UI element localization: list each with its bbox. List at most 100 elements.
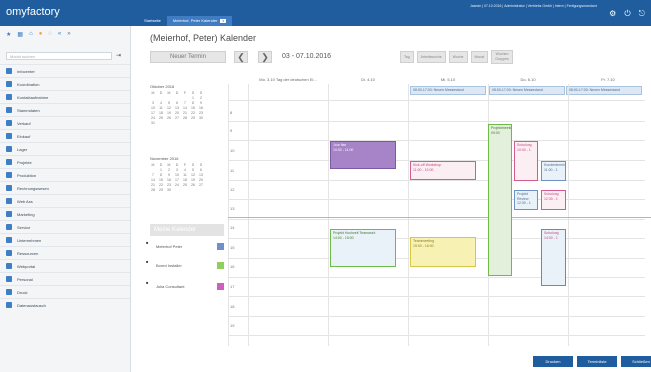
event-hochzeit[interactable]: Projekt Hochzeit Teamwork 14:00 - 15:00 <box>330 229 396 267</box>
prev-icon[interactable]: « <box>58 31 61 38</box>
sidebar-item-lager[interactable]: Lager <box>0 142 130 155</box>
allday-event[interactable]: 08:00-17:00: Neuen Messestand <box>489 86 565 95</box>
view-switcher: Tag Arbeitswoche Woche Monat Wochen Grupp… <box>400 50 513 64</box>
exit-icon[interactable]: ⎋ <box>639 10 645 18</box>
search-go-icon[interactable]: ⇥ <box>116 52 121 59</box>
sidebar-item-webportal[interactable]: Webportal <box>0 259 130 272</box>
sidebar-item-datenaustausch[interactable]: Datenaustausch <box>0 298 130 311</box>
day-header[interactable]: Do. 6.10 <box>488 76 568 84</box>
day-header[interactable]: Fr. 7.10 <box>568 76 648 84</box>
grid-line <box>228 277 645 278</box>
checkbox-icon[interactable]: ■ <box>146 240 148 245</box>
print-button[interactable]: Drucken <box>533 356 573 367</box>
grid-line <box>568 84 569 346</box>
sidebar-item-verkauf[interactable]: Verkauf <box>0 116 130 129</box>
circle-icon[interactable]: ◌ <box>48 31 52 38</box>
view-workweek-button[interactable]: Arbeitswoche <box>416 51 446 63</box>
power-icon[interactable]: ⏻ <box>624 10 630 18</box>
sidebar-item-personal[interactable]: Personal <box>0 272 130 285</box>
tab-calendar[interactable]: Meierhof, Peter Kalender x <box>166 16 233 26</box>
project-icon <box>6 159 12 165</box>
event-projektmeeting[interactable]: Projektmeeting09:00 <box>488 124 512 276</box>
sales-icon <box>6 120 12 126</box>
sidebar-item-projekte[interactable]: Projekte <box>0 155 130 168</box>
checkbox-icon[interactable]: ■ <box>146 259 148 264</box>
event-kickoff[interactable]: Kick-off Workshop 11:00 - 12:00 <box>410 161 476 180</box>
event-teammeeting[interactable]: Teammeeting 15:00 - 16:00 <box>410 237 476 267</box>
view-month-button[interactable]: Monat <box>470 51 489 63</box>
event-schulung[interactable]: Schulung 10:00 - 1 <box>514 141 538 181</box>
day-header[interactable]: Mo. 3.10 Tag der deutschen Ei... <box>248 76 328 84</box>
tab-close-icon[interactable]: x <box>220 19 227 23</box>
day-header[interactable]: Mi. 5.10 <box>408 76 488 84</box>
event-kundentermin[interactable]: Kundentermin 11:00 - 1 <box>541 161 566 181</box>
sidebar-item-service[interactable]: Service <box>0 220 130 233</box>
print-icon <box>6 289 12 295</box>
mini-calendar-november: November 2016 MDMDFSS 123456 7 8 9 10 11 12 13… <box>150 156 224 193</box>
calendar-color-swatch <box>217 282 224 290</box>
current-time-line <box>228 217 651 218</box>
marketing-icon <box>6 211 12 217</box>
calendar-color-swatch <box>217 261 224 269</box>
view-group-week-button[interactable]: Wochen Gruppen <box>491 50 513 64</box>
calendar-entry[interactable]: ■ Bored Installer <box>146 259 224 271</box>
portal-icon <box>6 263 12 269</box>
view-week-button[interactable]: Woche <box>448 51 468 63</box>
brand-logo[interactable]: omyfactory <box>6 6 60 18</box>
my-calendars-header[interactable]: Meine Kalender <box>150 224 224 236</box>
allday-event[interactable]: 08:00-17:00: Neuen Messestand <box>566 86 642 95</box>
star-icon[interactable]: ★ <box>6 31 11 38</box>
sidebar-item-infocenter[interactable]: Infocenter <box>0 64 130 77</box>
masterdata-icon <box>6 107 12 113</box>
mini-calendar-october: Oktober 2016 MDMDFSS 12 3456789 10 11 12 13… <box>150 84 224 126</box>
sidebar-item-kontakt[interactable]: Kontaktaufnahme <box>0 90 130 103</box>
calendar-entry[interactable]: ■ Julia Consultant <box>146 280 224 292</box>
appointment-list-button[interactable]: Terminliste <box>577 356 617 367</box>
sidebar-item-produktion[interactable]: Produktion <box>0 168 130 181</box>
module-search-input[interactable]: Modul suchen <box>6 52 112 60</box>
close-button[interactable]: Schließen <box>621 356 651 367</box>
mini-week-row[interactable]: 28 29 30 <box>150 188 224 193</box>
info-icon <box>6 68 12 74</box>
sidebar-item-webass[interactable]: Web Ass <box>0 194 130 207</box>
grid-line <box>248 84 249 346</box>
sidebar-item-druck[interactable]: Druck <box>0 285 130 298</box>
bar-chart-icon[interactable]: ▦ <box>17 31 23 38</box>
palette-icon[interactable]: ● <box>39 31 43 38</box>
sidebar-item-rechnungswesen[interactable]: Rechnungswesen <box>0 181 130 194</box>
new-appointment-button[interactable]: Neuer Termin <box>150 51 226 63</box>
gear-icon[interactable]: ⚙ <box>609 10 616 18</box>
grid-line <box>228 121 645 122</box>
service-icon <box>6 224 12 230</box>
tab-bar: Startseite Meierhof, Peter Kalender x <box>138 16 233 26</box>
allday-event[interactable]: 08:00-17:00: Neuen Messestand <box>410 86 486 95</box>
sidebar-item-koordination[interactable]: Koordination <box>0 77 130 90</box>
event-schulung[interactable]: Schulung 14:00 - 1 <box>541 229 566 286</box>
sidebar-item-einkauf[interactable]: Einkauf <box>0 129 130 142</box>
grid-line <box>228 180 645 181</box>
sidebar-item-stammdaten[interactable]: Stammdaten <box>0 103 130 116</box>
next-icon[interactable]: » <box>67 31 70 38</box>
hour-label: 10 <box>230 148 235 153</box>
next-week-button[interactable]: ❯ <box>258 51 272 63</box>
grid-line <box>408 84 409 346</box>
day-header[interactable]: Di. 4.10 <box>328 76 408 84</box>
grid-line <box>228 219 645 220</box>
mini-week-row[interactable]: 31 <box>150 121 224 126</box>
calendar-entry[interactable]: ■ Meierhof Peter <box>146 240 224 252</box>
sidebar-item-unternehmen[interactable]: Unternehmen <box>0 233 130 246</box>
sidebar-item-marketing[interactable]: Marketing <box>0 207 130 220</box>
event-jour-fixe[interactable]: Jour fixe 10:00 - 11:00 <box>330 141 396 169</box>
sidebar-item-ressourcen[interactable]: Ressourcen <box>0 246 130 259</box>
footer-actions: Drucken Terminliste Schließen <box>533 356 651 367</box>
tab-start[interactable]: Startseite <box>138 16 167 26</box>
company-icon <box>6 237 12 243</box>
event-projekt-review[interactable]: Projekt Review 12:30 - 1 <box>514 190 538 210</box>
top-bar: omyfactory Startseite Meierhof, Peter Ka… <box>0 0 651 26</box>
sidebar: ★ ▦ ⌂ ● ◌ « » Modul suchen ⇥ Infocenter … <box>0 26 131 372</box>
checkbox-icon[interactable]: ■ <box>146 280 148 285</box>
prev-week-button[interactable]: ❮ <box>234 51 248 63</box>
event-schulung[interactable]: Schulung 12:30 - 1 <box>541 190 566 210</box>
view-day-button[interactable]: Tag <box>400 51 414 63</box>
home-icon[interactable]: ⌂ <box>29 31 33 38</box>
